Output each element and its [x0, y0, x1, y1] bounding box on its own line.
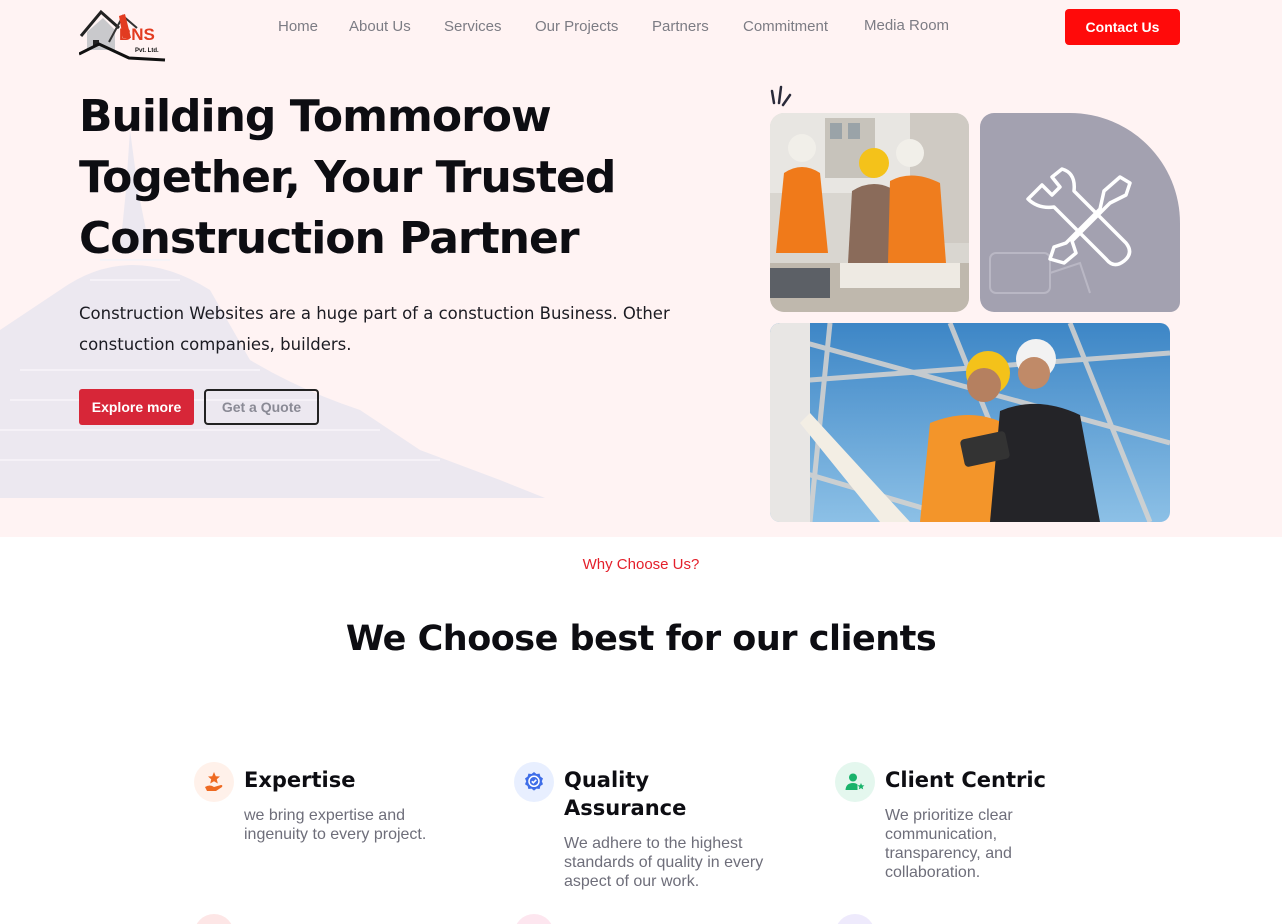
- svg-text:BNS: BNS: [119, 25, 155, 44]
- why-choose-kicker: Why Choose Us?: [582, 556, 700, 573]
- feature-icon-partial: [194, 914, 234, 924]
- nav-our-projects[interactable]: Our Projects: [535, 18, 618, 35]
- hand-star-icon: [194, 762, 234, 802]
- nav-about-us[interactable]: About Us: [349, 18, 411, 35]
- nav-commitment[interactable]: Commitment: [743, 18, 828, 35]
- engineers-blueprint-photo: [770, 113, 969, 312]
- top-nav: BNS Pvt. Ltd. Home About Us Services Our…: [0, 0, 1282, 62]
- nav-home[interactable]: Home: [278, 18, 318, 35]
- svg-text:Pvt. Ltd.: Pvt. Ltd.: [135, 48, 159, 54]
- hero-description: Construction Websites are a huge part of…: [79, 304, 670, 354]
- nav-media-room[interactable]: Media Room: [864, 17, 949, 34]
- feature-description: We prioritize clear communication, trans…: [885, 807, 1013, 881]
- nav-partners[interactable]: Partners: [652, 18, 709, 35]
- feature-icon-partial: [514, 914, 554, 924]
- sparkle-icon: [770, 85, 792, 107]
- hero-title: Building Tommorow Together, Your Trusted…: [79, 91, 616, 264]
- feature-icon-partial: [835, 914, 875, 924]
- feature-description: we bring expertise and ingenuity to ever…: [244, 807, 427, 843]
- contact-us-button[interactable]: Contact Us: [1065, 9, 1180, 45]
- feature-title: Quality Assurance: [564, 768, 687, 820]
- feature-title: Client Centric: [885, 768, 1046, 792]
- badge-check-icon: [514, 762, 554, 802]
- nav-services[interactable]: Services: [444, 18, 502, 35]
- feature-description: We adhere to the highest standards of qu…: [564, 835, 764, 890]
- get-a-quote-button[interactable]: Get a Quote: [204, 389, 319, 425]
- company-logo[interactable]: BNS Pvt. Ltd.: [79, 8, 167, 62]
- feature-title: Expertise: [244, 768, 356, 792]
- engineers-steel-frame-photo: [770, 323, 1170, 522]
- user-star-icon: [835, 762, 875, 802]
- why-choose-title: We Choose best for our clients: [345, 619, 937, 659]
- explore-more-button[interactable]: Explore more: [79, 389, 194, 425]
